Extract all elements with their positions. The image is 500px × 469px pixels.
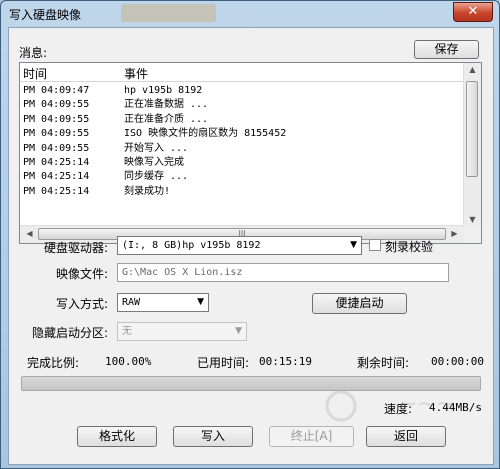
message-time: PM 04:25:14 — [23, 171, 90, 183]
elapsed-time-value: 00:15:19 — [259, 355, 312, 368]
hidden-partition-label: 隐藏启动分区: — [31, 326, 108, 340]
drive-select-value: (I:, 8 GB)hp v195b 8192 — [122, 240, 261, 251]
scroll-left-icon[interactable]: ◀ — [21, 229, 38, 238]
save-button[interactable]: 保存 — [414, 40, 479, 59]
verify-checkbox[interactable] — [369, 239, 381, 251]
message-event: 刻录成功! — [124, 185, 171, 197]
list-item[interactable]: PM 04:25:14 同步缓存 ... — [20, 170, 464, 184]
complete-ratio-label: 完成比例: — [27, 356, 80, 370]
dialog-body: 消息: 保存 时间 事件 PM 04:09:47 hp v195b 8192 PM … — [8, 27, 494, 465]
message-event: 映像写入完成 — [124, 156, 184, 168]
chevron-down-icon: ▼ — [197, 297, 204, 307]
vertical-scroll-thumb[interactable] — [466, 81, 478, 177]
list-item[interactable]: PM 04:09:55 ISO 映像文件的扇区数为 8155452 — [20, 127, 464, 141]
message-event: 正在准备介质 ... — [124, 113, 209, 125]
format-button[interactable]: 格式化 — [77, 426, 157, 447]
progress-bar — [21, 376, 481, 391]
write-mode-label: 写入方式: — [55, 297, 108, 311]
quick-boot-button[interactable]: 便捷启动 — [312, 293, 407, 314]
hidden-partition-value: 无 — [122, 326, 132, 337]
message-rows: PM 04:09:47 hp v195b 8192 PM 04:09:55 正在准备数… — [20, 84, 464, 199]
message-event: ISO 映像文件的扇区数为 8155452 — [124, 128, 287, 140]
close-button[interactable]: ✕ — [453, 2, 493, 22]
message-list[interactable]: 时间 事件 PM 04:09:47 hp v195b 8192 PM 04:09:5… — [19, 62, 482, 244]
window-title: 写入硬盘映像 — [9, 8, 82, 22]
hidden-partition-select[interactable]: 无 ▼ — [117, 322, 247, 341]
back-button[interactable]: 返回 — [366, 426, 446, 447]
speed-label: 速度: — [384, 402, 413, 416]
scroll-right-icon[interactable]: ▶ — [446, 229, 463, 238]
message-event: 开始写入 ... — [124, 142, 189, 154]
close-icon: ✕ — [467, 4, 479, 19]
drive-select[interactable]: (I:, 8 GB)hp v195b 8192 ▼ — [117, 236, 362, 255]
list-item[interactable]: PM 04:09:55 正在准备介质 ... — [20, 113, 464, 127]
list-item[interactable]: PM 04:25:14 刻录成功! — [20, 185, 464, 199]
message-time: PM 04:25:14 — [23, 156, 90, 168]
verify-label: 刻录校验 — [385, 240, 434, 254]
chevron-down-icon: ▼ — [350, 240, 357, 250]
write-disk-image-window: 写入硬盘映像 ✕ 消息: 保存 时间 事件 PM 04:09:47 hp v195… — [0, 0, 500, 469]
message-list-header: 时间 事件 — [20, 63, 464, 82]
remaining-time-label: 剩余时间: — [357, 356, 410, 370]
write-mode-value: RAW — [122, 297, 141, 308]
message-time: PM 04:09:55 — [23, 142, 90, 154]
speed-value: 4.44MB/s — [429, 401, 482, 414]
elapsed-time-label: 已用时间: — [197, 356, 250, 370]
scroll-down-icon[interactable]: ▼ — [464, 215, 481, 224]
list-item[interactable]: PM 04:25:14 映像写入完成 — [20, 156, 464, 170]
write-mode-select[interactable]: RAW ▼ — [117, 293, 209, 312]
scrollbar-corner — [464, 226, 481, 243]
vertical-scrollbar[interactable]: ▲ ▼ — [463, 63, 481, 226]
message-event: hp v195b 8192 — [124, 85, 203, 96]
column-header-event[interactable]: 事件 — [124, 65, 148, 82]
complete-ratio-value: 100.00% — [105, 355, 152, 368]
title-blur-region — [121, 4, 216, 22]
remaining-time-value: 00:00:00 — [431, 355, 484, 368]
list-item[interactable]: PM 04:09:47 hp v195b 8192 — [20, 84, 464, 98]
message-time: PM 04:09:55 — [23, 99, 90, 111]
message-time: PM 04:09:47 — [23, 85, 90, 96]
image-file-field[interactable]: G:\Mac OS X Lion.isz — [117, 263, 449, 282]
list-item[interactable]: PM 04:09:55 正在准备数据 ... — [20, 98, 464, 112]
messages-label: 消息: — [19, 46, 48, 60]
progress-bar-fill — [22, 377, 480, 390]
scroll-up-icon[interactable]: ▲ — [464, 65, 481, 74]
image-file-label: 映像文件: — [55, 267, 108, 281]
list-item[interactable]: PM 04:09:55 开始写入 ... — [20, 142, 464, 156]
write-button[interactable]: 写入 — [173, 426, 253, 447]
message-time: PM 04:25:14 — [23, 185, 90, 197]
drive-label: 硬盘驱动器: — [43, 241, 108, 255]
message-event: 正在准备数据 ... — [124, 99, 209, 111]
message-event: 同步缓存 ... — [124, 171, 189, 183]
message-time: PM 04:09:55 — [23, 128, 90, 140]
message-time: PM 04:09:55 — [23, 113, 90, 125]
stop-button[interactable]: 终止[A] — [269, 426, 354, 447]
chevron-down-icon: ▼ — [235, 326, 242, 336]
title-bar[interactable]: 写入硬盘映像 ✕ — [1, 1, 499, 25]
column-header-time[interactable]: 时间 — [23, 65, 47, 82]
